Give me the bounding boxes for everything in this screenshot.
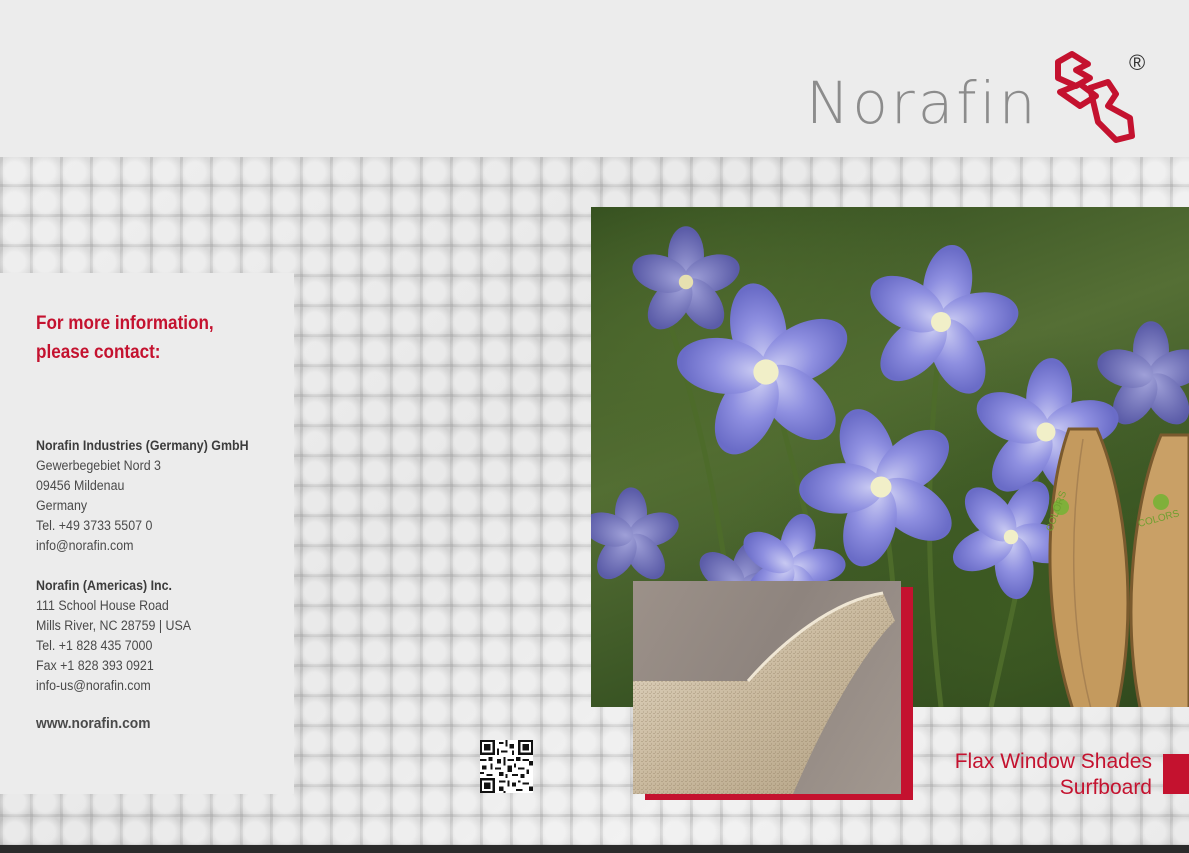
company-name: Norafin Industries (Germany) GmbH	[36, 438, 249, 453]
caption-line1: Flax Window Shades	[954, 750, 1152, 773]
website-link[interactable]: www.norafin.com	[36, 715, 150, 732]
phone-number: Tel. +49 3733 5507 0	[36, 518, 153, 533]
flax-fabric-illustration	[633, 591, 895, 794]
contact-heading-line1: For more information,	[36, 313, 214, 334]
caption-line2: Surfboard	[1059, 776, 1152, 799]
header-band: Norafin ®	[0, 0, 1189, 157]
city-address: Mills River, NC 28759 | USA	[36, 618, 192, 633]
company-name: Norafin (Americas) Inc.	[36, 578, 172, 593]
surfboard-illustration: COLORS COLORS	[1044, 427, 1189, 707]
registered-mark: ®	[1129, 50, 1146, 75]
fax-number: Fax +1 828 393 0921	[36, 658, 154, 673]
contact-block-americas: Norafin (Americas) Inc. 111 School House…	[36, 576, 266, 696]
email-link[interactable]: info@norafin.com	[36, 536, 266, 556]
caption-accent-bar	[1163, 754, 1189, 794]
norafin-logo-mark-icon	[1055, 51, 1135, 143]
qr-code-icon[interactable]	[480, 740, 533, 793]
contact-block-germany: Norafin Industries (Germany) GmbH Gewerb…	[36, 436, 266, 556]
phone-number: Tel. +1 828 435 7000	[36, 638, 153, 653]
street-address: Gewerbegebiet Nord 3	[36, 458, 161, 473]
bottom-edge-bar	[0, 845, 1189, 853]
street-address: 111 School House Road	[36, 598, 169, 613]
city-address: 09456 Mildenau	[36, 478, 125, 493]
brand-logo-text: Norafin	[806, 69, 1039, 137]
contact-heading: For more information, please contact:	[36, 309, 261, 367]
email-link[interactable]: info-us@norafin.com	[36, 676, 266, 696]
product-caption: Flax Window Shades Surfboard	[955, 749, 1152, 801]
contact-heading-line2: please contact:	[36, 342, 161, 363]
contact-panel: For more information, please contact: No…	[0, 273, 294, 794]
country: Germany	[36, 498, 88, 513]
flax-fabric-photo	[633, 581, 901, 794]
